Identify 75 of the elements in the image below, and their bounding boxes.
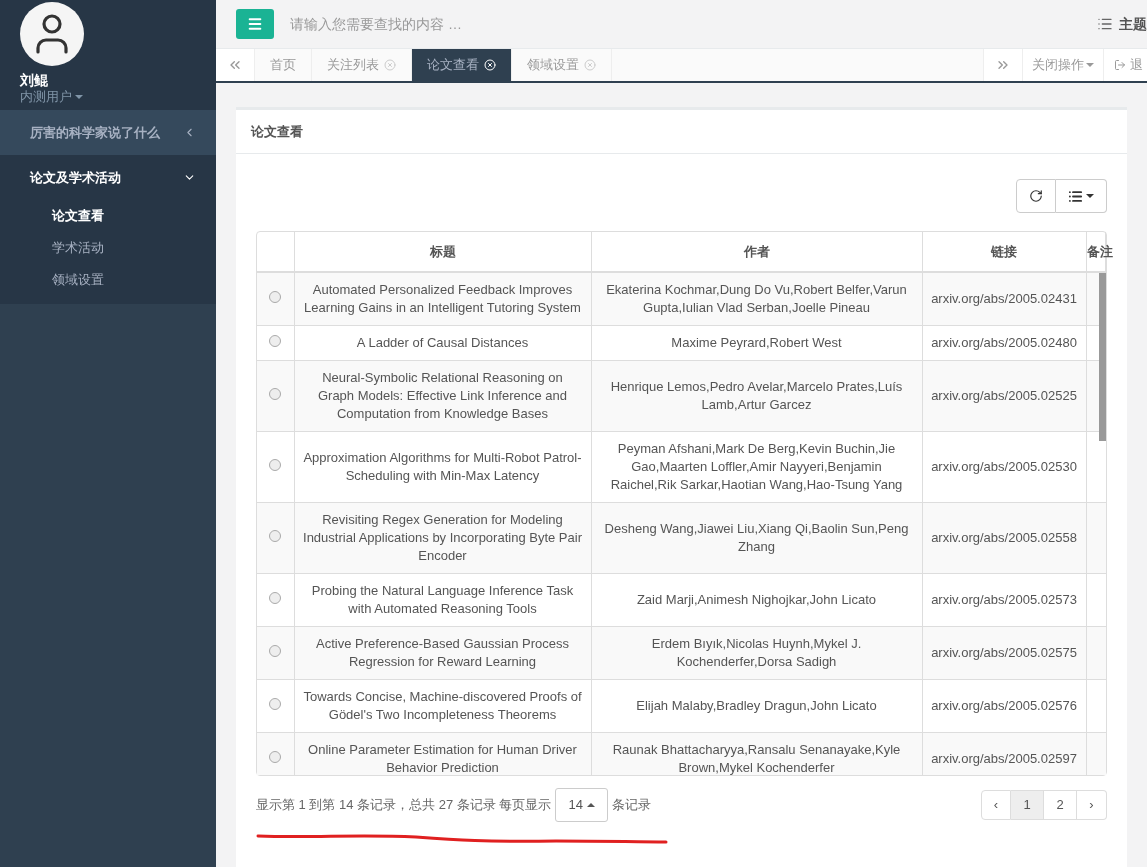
title-cell: Neural-Symbolic Relational Reasoning on Graph Models: Effective Link Inference and Computation from Knowledge Bases <box>317 370 568 421</box>
title-cell: Active Preference-Based Gaussian Process Regression for Reward Learning <box>316 636 569 669</box>
authors-cell: Maxime Peyrard,Robert West <box>671 335 842 350</box>
row-radio[interactable] <box>269 291 282 303</box>
next-page-button[interactable]: › <box>1077 790 1107 820</box>
column-header: 备注 <box>1086 243 1113 259</box>
column-header: 标题 <box>429 243 456 259</box>
column-header: 作者 <box>743 243 770 259</box>
menu-icon <box>247 16 263 33</box>
search-field[interactable]: 请输入您需要查找的内容 … <box>290 13 690 35</box>
records-suffix: 条记录 <box>611 796 651 815</box>
logout-button[interactable]: 退 <box>1104 49 1147 81</box>
list-icon <box>1068 188 1083 204</box>
authors-cell: Elijah Malaby,Bradley Dragun,John Licato <box>636 698 877 713</box>
refresh-button[interactable] <box>1016 179 1056 213</box>
row-radio[interactable] <box>269 592 282 604</box>
row-radio[interactable] <box>269 459 282 471</box>
row-radio[interactable] <box>269 751 282 763</box>
sidebar-menu-item[interactable]: 厉害的科学家说了什么 <box>0 110 216 155</box>
sidebar-submenu-item[interactable]: 学术活动 <box>0 232 104 264</box>
title-cell: Probing the Natural Language Inference Task with Automated Reasoning Tools <box>311 583 574 616</box>
authors-cell: Ekaterina Kochmar,Dung Do Vu,Robert Belfer,Varun Gupta,Iulian Vlad Serban,Joelle Pineau <box>606 282 907 315</box>
records-summary: 显示第 1 到第 14 条记录，总共 27 条记录 每页显示 <box>256 796 552 815</box>
link-cell: arxiv.org/abs/2005.02573 <box>931 592 1077 607</box>
logout-icon <box>1114 59 1126 72</box>
caret-icon <box>1086 63 1094 68</box>
user-name: 刘鲲 <box>20 71 48 89</box>
close-icon <box>584 59 596 72</box>
link-cell: arxiv.org/abs/2005.02480 <box>931 335 1077 350</box>
caret-icon <box>1086 194 1094 198</box>
title-cell: Approximation Algorithms for Multi-Robot Patrol-Scheduling with Min-Max Latency <box>303 450 582 483</box>
authors-cell: Desheng Wang,Jiawei Liu,Xiang Qi,Baolin Sun,Peng Zhang <box>604 521 909 554</box>
link-cell: arxiv.org/abs/2005.02597 <box>931 751 1077 766</box>
title-cell: Online Parameter Estimation for Human Driver Behavior Prediction <box>308 742 577 775</box>
scroll-right-button[interactable] <box>983 49 1023 81</box>
row-radio[interactable] <box>269 335 282 347</box>
title-cell: Towards Concise, Machine-discovered Proofs of Gödel's Two Incompleteness Theorems <box>303 689 582 722</box>
row-radio[interactable] <box>269 698 282 710</box>
refresh-icon <box>1029 189 1043 203</box>
sidebar-menu-item[interactable]: 论文及学术活动 <box>0 155 216 200</box>
title-cell: Automated Personalized Feedback Improves Learning Gains in an Intelligent Tutoring System <box>304 282 581 315</box>
authors-cell: Erdem Bıyık,Nicolas Huynh,Mykel J. Kochenderfer,Dorsa Sadigh <box>651 636 862 669</box>
page-size-dropdown[interactable]: 14 <box>555 788 608 822</box>
link-cell: arxiv.org/abs/2005.02530 <box>931 459 1077 474</box>
scroll-left-button[interactable] <box>216 49 255 81</box>
link-cell: arxiv.org/abs/2005.02431 <box>931 291 1077 306</box>
panel-title: 论文查看 <box>251 122 303 141</box>
link-cell: arxiv.org/abs/2005.02558 <box>931 530 1077 545</box>
row-radio[interactable] <box>269 388 282 400</box>
sidebar-submenu-item[interactable]: 领域设置 <box>0 264 104 296</box>
close-icon <box>484 59 496 72</box>
columns-dropdown-button[interactable] <box>1056 179 1107 213</box>
caret-icon <box>75 95 83 99</box>
authors-cell: Peyman Afshani,Mark De Berg,Kevin Buchin,Jie Gao,Maarten Loffler,Amir Nayyeri,Benjamin Raichel,Rik Sarkar,Haotian Wang,Hao-Tsung Yang <box>610 441 903 492</box>
authors-cell: Raunak Bhattacharyya,Ransalu Senanayake,Kyle Brown,Mykel Kochenderfer <box>612 742 901 775</box>
link-cell: arxiv.org/abs/2005.02575 <box>931 645 1077 660</box>
menu-toggle-button[interactable] <box>236 9 274 40</box>
row-radio[interactable] <box>269 645 282 657</box>
user-role-dropdown[interactable]: 内测用户 <box>20 89 83 105</box>
page-button[interactable]: 2 <box>1044 790 1077 820</box>
caret-icon <box>586 803 595 807</box>
link-cell: arxiv.org/abs/2005.02576 <box>931 698 1077 713</box>
authors-cell: Henrique Lemos,Pedro Avelar,Marcelo Prates,Luís Lamb,Artur Garcez <box>610 379 903 412</box>
column-header: 链接 <box>991 243 1017 259</box>
close-actions-dropdown[interactable]: 关闭操作 <box>1023 49 1104 81</box>
authors-cell: Zaid Marji,Animesh Nighojkar,John Licato <box>636 592 877 607</box>
theme-button[interactable]: 主题 <box>1119 13 1147 35</box>
close-icon <box>384 59 396 72</box>
link-cell: arxiv.org/abs/2005.02525 <box>931 388 1077 403</box>
row-radio[interactable] <box>269 530 282 542</box>
sidebar-submenu-item[interactable]: 论文查看 <box>0 200 104 232</box>
title-cell: Revisiting Regex Generation for Modeling Industrial Applications by Incorporating Byte Pair Encoder <box>303 512 582 563</box>
page-tab[interactable]: 论文查看 <box>412 49 512 81</box>
title-cell: A Ladder of Causal Distances <box>356 335 529 350</box>
page-button[interactable]: 1 <box>1011 790 1044 820</box>
